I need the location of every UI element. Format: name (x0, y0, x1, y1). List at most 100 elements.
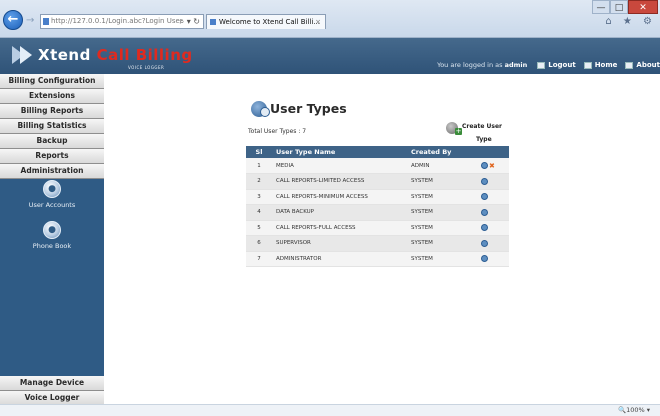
about-link[interactable]: About (625, 61, 660, 69)
cell-user-type-name: ADMINISTRATOR (272, 251, 407, 267)
home-link[interactable]: Home (583, 61, 617, 69)
about-icon (625, 61, 634, 69)
nav-manage-device[interactable]: Manage Device (0, 376, 104, 391)
cell-sl: 7 (246, 251, 272, 267)
table-row: 7 ADMINISTRATOR SYSTEM (246, 251, 509, 267)
nav-reports[interactable]: Reports (0, 149, 104, 164)
address-bar[interactable]: http://127.0.0.1/Login.abc?Login User ⌕ … (40, 14, 204, 29)
delete-icon[interactable]: ✖ (489, 162, 495, 170)
submenu-label: Phone Book (32, 242, 72, 250)
app-header: Xtend Call Billing VOICE LOGGER You are … (0, 38, 660, 74)
tab-title: Welcome to Xtend Call Billi... (219, 18, 320, 26)
nav-billing-statistics[interactable]: Billing Statistics (0, 119, 104, 134)
sidebar: Billing Configuration Extensions Billing… (0, 74, 104, 406)
table-header-row: Sl User Type Name Created By (246, 146, 509, 158)
table-row: 3 CALL REPORTS-MINIMUM ACCESS SYSTEM (246, 189, 509, 205)
cell-sl: 6 (246, 235, 272, 252)
logout-icon (537, 61, 546, 69)
cell-created-by: ADMIN (407, 158, 477, 174)
table-row: 6 SUPERVISOR SYSTEM (246, 235, 509, 252)
cell-sl: 3 (246, 189, 272, 205)
total-count: 7 (302, 128, 307, 135)
username: admin (504, 61, 528, 69)
user-types-icon-badge (260, 107, 270, 117)
cell-user-type-name: CALL REPORTS-MINIMUM ACCESS (272, 189, 407, 205)
nav-backup[interactable]: Backup (0, 134, 104, 149)
cell-user-type-name: CALL REPORTS-FULL ACCESS (272, 220, 407, 236)
nav-billing-configuration[interactable]: Billing Configuration (0, 74, 104, 89)
app-logo: Xtend Call Billing (38, 46, 193, 64)
page-title: User Types (270, 101, 347, 116)
user-types-table: Sl User Type Name Created By 1 MEDIA ADMIN… (246, 146, 509, 267)
browser-tab[interactable]: Welcome to Xtend Call Billi... × (206, 14, 326, 29)
nav-administration[interactable]: Administration (0, 164, 104, 179)
cell-user-type-name: MEDIA (272, 158, 407, 174)
submenu-user-accounts[interactable]: ● User Accounts (0, 180, 104, 209)
browser-toolbar-icons[interactable]: ⌂ ★ ⚙ (605, 16, 656, 27)
tab-close-icon[interactable]: × (315, 15, 321, 29)
back-button[interactable]: ← (3, 10, 23, 30)
sidebar-bottom-nav: Manage Device Voice Logger (0, 376, 104, 406)
zoom-level[interactable]: 🔍100% ▾ (618, 406, 650, 414)
table-row: 4 DATA BACKUP SYSTEM (246, 204, 509, 221)
create-user-label-type: Type (476, 136, 492, 143)
total-user-types: Total User Types : 7 (248, 128, 307, 135)
cell-user-type-name: CALL REPORTS-LIMITED ACCESS (272, 173, 407, 190)
cell-actions (477, 204, 509, 221)
cell-actions (477, 235, 509, 252)
forward-button[interactable]: → (26, 15, 38, 27)
main-content: User Types Total User Types : 7 + Create… (104, 74, 660, 404)
address-controls[interactable]: ⌕ ▾ ↻ (180, 15, 200, 28)
cell-sl: 4 (246, 204, 272, 221)
close-window-button[interactable]: ✕ (628, 0, 658, 14)
column-header-sl: Sl (246, 146, 272, 158)
logo-arrow-icon (20, 46, 32, 64)
minimize-button[interactable]: — (592, 0, 610, 14)
header-user-area: You are logged in as admin Logout Home A… (437, 61, 660, 69)
cell-created-by: SYSTEM (407, 189, 477, 205)
cell-actions (477, 173, 509, 190)
tab-favicon-icon (210, 19, 216, 25)
cell-user-type-name: SUPERVISOR (272, 235, 407, 252)
edit-icon[interactable] (481, 193, 488, 201)
table-row: 2 CALL REPORTS-LIMITED ACCESS SYSTEM (246, 173, 509, 190)
address-text: http://127.0.0.1/Login.abc?Login User (51, 17, 183, 25)
table-row: 1 MEDIA ADMIN ✖ (246, 158, 509, 174)
edit-icon[interactable] (481, 239, 488, 247)
window-controls: — □ ✕ (592, 0, 658, 14)
column-header-actions (477, 146, 509, 158)
cell-actions (477, 251, 509, 267)
cell-created-by: SYSTEM (407, 251, 477, 267)
cell-created-by: SYSTEM (407, 173, 477, 190)
home-icon (583, 61, 592, 69)
maximize-button[interactable]: □ (610, 0, 628, 14)
cell-created-by: SYSTEM (407, 220, 477, 236)
edit-icon[interactable] (481, 162, 488, 169)
logout-link[interactable]: Logout (537, 61, 576, 69)
cell-sl: 2 (246, 173, 272, 190)
table-row: 5 CALL REPORTS-FULL ACCESS SYSTEM (246, 220, 509, 236)
submenu-phone-book[interactable]: ● Phone Book (0, 221, 104, 250)
edit-icon[interactable] (481, 177, 488, 185)
edit-icon[interactable] (481, 224, 488, 232)
logo-subtitle: VOICE LOGGER (128, 65, 165, 70)
page-icon (43, 18, 49, 25)
edit-icon[interactable] (481, 255, 488, 263)
column-header-name: User Type Name (272, 146, 407, 158)
user-accounts-icon: ● (43, 180, 61, 198)
add-icon: + (455, 127, 462, 135)
create-user-label: Create User (462, 123, 502, 130)
cell-actions (477, 189, 509, 205)
cell-created-by: SYSTEM (407, 235, 477, 252)
nav-extensions[interactable]: Extensions (0, 89, 104, 104)
cell-actions (477, 220, 509, 236)
browser-chrome: — □ ✕ ← → http://127.0.0.1/Login.abc?Log… (0, 0, 660, 38)
cell-created-by: SYSTEM (407, 204, 477, 221)
edit-icon[interactable] (481, 208, 488, 216)
cell-user-type-name: DATA BACKUP (272, 204, 407, 221)
phone-book-icon: ● (43, 221, 61, 239)
column-header-created-by: Created By (407, 146, 477, 158)
cell-sl: 5 (246, 220, 272, 236)
nav-billing-reports[interactable]: Billing Reports (0, 104, 104, 119)
submenu-label: User Accounts (28, 201, 76, 209)
